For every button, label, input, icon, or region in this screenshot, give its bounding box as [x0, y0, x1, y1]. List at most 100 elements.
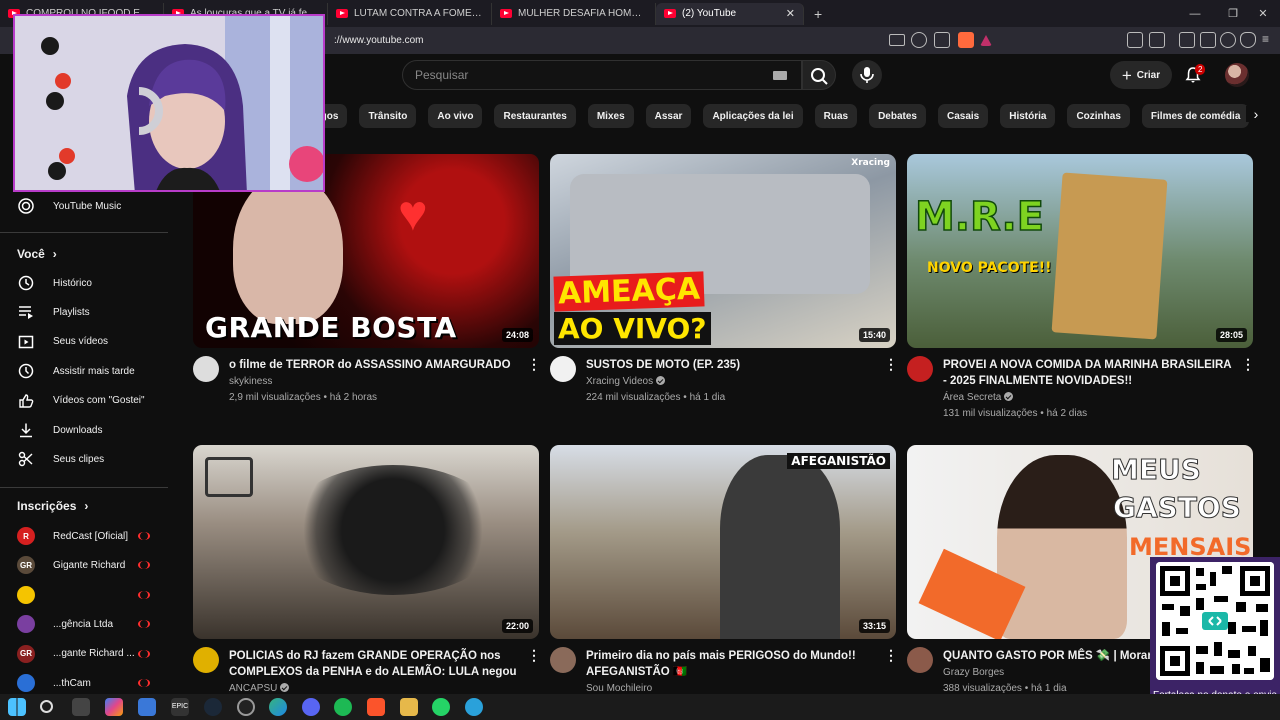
video-card[interactable]: ♥ GRANDE BOSTA 24:08 o filme de TERROR do A…	[193, 154, 541, 434]
filter-chip[interactable]: Filmes de comédia	[1141, 104, 1250, 128]
video-thumbnail[interactable]: M.R.E NOVO PACOTE!! 28:05	[907, 154, 1253, 348]
steam-icon[interactable]	[204, 698, 222, 716]
video-title[interactable]: o filme de TERROR do ASSASSINO AMARGURAD…	[229, 357, 519, 373]
channel-name[interactable]: Xracing Videos	[586, 376, 666, 387]
channel-name[interactable]: Área Secreta	[943, 392, 1014, 403]
extensions-icon[interactable]	[1127, 32, 1143, 48]
video-title[interactable]: PROVEI A NOVA COMIDA DA MARINHA BRASILEI…	[943, 357, 1233, 389]
vpn-shield-icon[interactable]	[1240, 32, 1256, 48]
channel-name[interactable]: Grazy Borges	[943, 667, 1004, 678]
sidebar-toggle-icon[interactable]	[1179, 32, 1195, 48]
filter-chip[interactable]: Mixes	[587, 104, 634, 128]
edge-icon[interactable]	[269, 698, 287, 716]
leo-ai-icon[interactable]	[1220, 32, 1236, 48]
search-button[interactable]	[802, 60, 836, 90]
video-title[interactable]: Primeiro dia no país mais PERIGOSO do Mu…	[586, 648, 876, 680]
url-text[interactable]: ://www.youtube.com	[334, 27, 423, 54]
keyboard-icon[interactable]	[773, 71, 787, 80]
create-button[interactable]: + Criar	[1110, 61, 1172, 89]
browser-tab[interactable]: MULHER DESAFIA HOMEM SEM 1 PE...	[492, 2, 656, 25]
more-actions-icon[interactable]: ⋮	[527, 357, 541, 371]
task-view-icon[interactable]	[72, 698, 90, 716]
more-actions-icon[interactable]: ⋮	[1241, 357, 1255, 371]
channel-avatar[interactable]	[550, 647, 576, 673]
video-card[interactable]: 22:00 POLICIAS do RJ fazem GRANDE OPERAÇÃ…	[193, 445, 541, 720]
video-card[interactable]: M.R.E NOVO PACOTE!! 28:05 PROVEI A NOVA COM…	[907, 154, 1255, 434]
brave-shield-icon[interactable]	[958, 32, 974, 48]
subscription-item[interactable]	[0, 581, 170, 609]
search-input[interactable]	[415, 68, 755, 82]
sidebar-item-scissors[interactable]: Seus clipes	[0, 445, 170, 473]
filter-chip[interactable]: Assar	[645, 104, 692, 128]
filter-chip[interactable]: História	[1000, 104, 1056, 128]
sidebar-item-history[interactable]: Histórico	[0, 269, 170, 297]
telegram-icon[interactable]	[465, 698, 483, 716]
channel-avatar[interactable]	[907, 647, 933, 673]
rewards-icon[interactable]	[980, 35, 992, 46]
sidebar-item-like[interactable]: Vídeos com "Gostei"	[0, 387, 170, 415]
share-icon[interactable]	[934, 32, 950, 48]
channel-name[interactable]: ANCAPSU	[229, 683, 290, 694]
sidebar-item-your-videos[interactable]: Seus vídeos	[0, 328, 170, 356]
reader-view-icon[interactable]	[889, 34, 905, 46]
video-title[interactable]: POLICIAS do RJ fazem GRANDE OPERAÇÃO nos…	[229, 648, 519, 680]
sidebar-item-watch-later[interactable]: Assistir mais tarde	[0, 357, 170, 385]
channel-name[interactable]: skykiness	[229, 376, 272, 387]
windows-start-icon[interactable]	[8, 698, 26, 716]
channel-avatar[interactable]	[193, 356, 219, 382]
store-icon[interactable]	[138, 698, 156, 716]
close-window-icon[interactable]: ✕	[1246, 0, 1280, 27]
channel-name[interactable]: Sou Mochileiro	[586, 683, 652, 694]
minimize-window-icon[interactable]: —	[1178, 0, 1212, 27]
tab-manager-icon[interactable]	[1149, 32, 1165, 48]
chips-next-arrow-icon[interactable]: ›	[1246, 106, 1266, 122]
filter-chip[interactable]: Ao vivo	[428, 104, 483, 128]
brave-icon[interactable]	[367, 698, 385, 716]
search-taskbar-icon[interactable]	[40, 700, 53, 713]
channel-avatar[interactable]	[907, 356, 933, 382]
more-actions-icon[interactable]: ⋮	[527, 648, 541, 662]
filter-chip[interactable]: Debates	[869, 104, 926, 128]
subscription-item[interactable]: R RedCast [Oficial]	[0, 522, 170, 550]
sidebar-item-download[interactable]: Downloads	[0, 416, 170, 444]
subscription-item[interactable]: GR ...gante Richard ...	[0, 640, 170, 668]
subscription-item[interactable]: ...thCam	[0, 669, 170, 697]
voice-search-button[interactable]	[852, 60, 882, 90]
video-thumbnail[interactable]: AMEAÇA AO VIVO? Xracing 15:40	[550, 154, 896, 348]
filter-chip[interactable]: Restaurantes	[494, 104, 576, 128]
discord-icon[interactable]	[302, 698, 320, 716]
account-avatar[interactable]	[1225, 63, 1249, 87]
channel-avatar[interactable]	[550, 356, 576, 382]
subscriptions-heading[interactable]: Inscrições ›	[17, 499, 88, 513]
obs-icon[interactable]	[237, 698, 255, 716]
restore-window-icon[interactable]: ❐	[1216, 0, 1250, 27]
filter-chip[interactable]: Trânsito	[359, 104, 417, 128]
wallet-icon[interactable]	[1200, 32, 1216, 48]
zoom-icon[interactable]	[911, 32, 927, 48]
sidebar-item-playlists[interactable]: Playlists	[0, 298, 170, 326]
more-actions-icon[interactable]: ⋮	[884, 648, 898, 662]
video-thumbnail[interactable]: AFEGANISTÃO 33:15	[550, 445, 896, 639]
filter-chip[interactable]: Ruas	[814, 104, 858, 128]
video-title[interactable]: SUSTOS DE MOTO (EP. 235)	[586, 357, 876, 373]
you-section-heading[interactable]: Você ›	[17, 247, 57, 261]
channel-avatar[interactable]	[193, 647, 219, 673]
sidebar-item-youtube-music[interactable]: YouTube Music	[0, 192, 170, 220]
browser-tab-active[interactable]: (2) YouTube ✕	[656, 2, 804, 25]
subscription-item[interactable]: GR Gigante Richard	[0, 551, 170, 579]
filter-chip[interactable]: Aplicações da lei	[703, 104, 803, 128]
filter-chip[interactable]: Casais	[937, 104, 989, 128]
more-actions-icon[interactable]: ⋮	[884, 357, 898, 371]
new-tab-button[interactable]: +	[804, 6, 832, 22]
epic-games-icon[interactable]: EPIC	[171, 698, 189, 716]
subscription-item[interactable]: ...gência Ltda	[0, 610, 170, 638]
filter-chip[interactable]: Cozinhas	[1067, 104, 1130, 128]
copilot-icon[interactable]	[105, 698, 123, 716]
file-explorer-icon[interactable]	[400, 698, 418, 716]
browser-tab[interactable]: LUTAM CONTRA A FOME! As Cidades...	[328, 2, 492, 25]
video-card[interactable]: AMEAÇA AO VIVO? Xracing 15:40 SUSTOS DE MOTO…	[550, 154, 898, 434]
menu-icon[interactable]: ≡	[1262, 32, 1278, 48]
spotify-icon[interactable]	[334, 698, 352, 716]
close-tab-icon[interactable]: ✕	[786, 7, 795, 20]
video-card[interactable]: AFEGANISTÃO 33:15 Primeiro dia no país mai…	[550, 445, 898, 720]
